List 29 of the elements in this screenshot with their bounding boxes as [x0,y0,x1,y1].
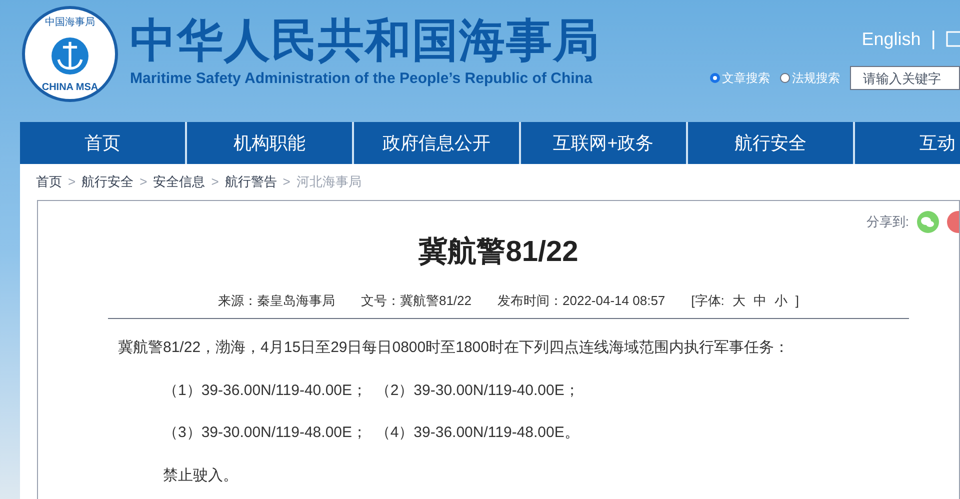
breadcrumb-separator: > [282,173,290,192]
site-title: 中华人民共和国海事局 [130,13,600,68]
breadcrumb-link[interactable]: 航行安全 [82,172,134,192]
breadcrumb-separator: > [140,173,148,192]
breadcrumb-link[interactable]: 首页 [36,172,62,192]
breadcrumb-separator: > [211,173,219,192]
article-paragraph: （3）39-30.00N/119-48.00E； （4）39-36.00N/119-48.00E。 [163,423,580,443]
breadcrumb-separator: > [68,173,76,192]
article-title: 冀航警81/22 [418,234,580,270]
meta-text: 文号：冀航警81/22 [360,292,472,310]
logo-arc-text: 中国海事局 [45,18,95,28]
logo-bottom-text: CHINA MSA [42,83,98,93]
breadcrumb-link[interactable]: 安全信息 [153,172,206,192]
article-paragraph: （1）39-36.00N/119-40.00E； （2）39-30.00N/119-40.00E； [163,380,580,400]
share-label: 分享到: [866,213,909,232]
header-separator: | [930,27,936,52]
breadcrumb-link[interactable]: 航行警告 [224,172,277,192]
font-size-link[interactable]: 小 [774,290,788,310]
font-size-link[interactable]: 大 [732,290,746,310]
font-size-label: [字体: [691,292,724,310]
meta-text: 来源：秦皇岛海事局 [218,292,335,310]
article-paragraph: 冀航警81/22，渤海，4月15日至29日每日0800时至1800时在下列四点连线海域范围内执行军事任务： [118,338,790,358]
search-field[interactable]: 请输入关键字 [850,66,960,90]
font-size-link[interactable]: 中 [753,290,766,310]
font-size-bracket: ] [795,292,800,310]
wechat-icon[interactable] [917,211,939,233]
meta-text: 发布时间：2022-04-14 08:57 [498,292,666,310]
article-paragraph: 禁止驶入。 [163,466,239,486]
site-subtitle: Maritime Safety Administration of the People’s Republic of China [130,69,594,89]
